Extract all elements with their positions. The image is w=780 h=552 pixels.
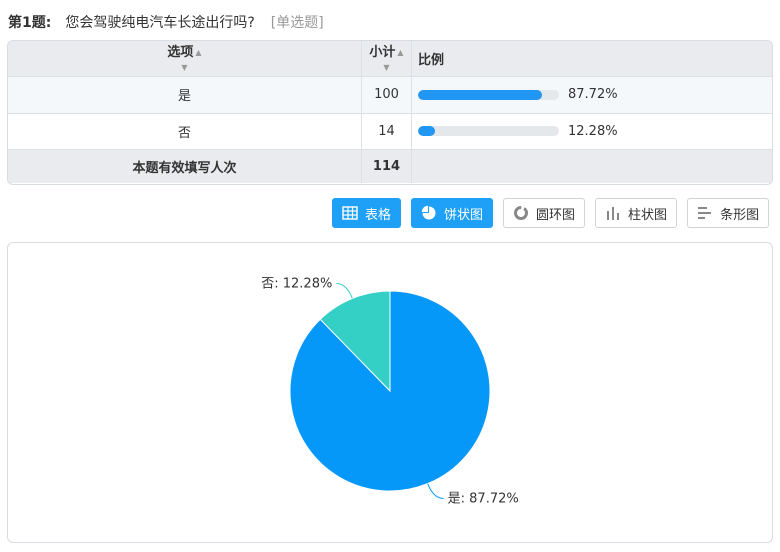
total-row: 本题有效填写人次 114 [8, 149, 772, 183]
horizontal-bar-chart-button-label: 条形图 [720, 207, 760, 223]
question-header: 第1题: 您会驾驶纯电汽车长途出行吗? [单选题] [8, 10, 324, 34]
chart-type-toolbar: 表格 饼状图 圆环图 柱状图 条形图 [332, 198, 770, 228]
table-row: 是 100 87.72% [8, 76, 772, 114]
ratio-bar-fill [418, 126, 436, 136]
pie-leader-line [336, 283, 353, 299]
question-type: [单选题] [270, 15, 324, 31]
header-count-label: 小计 [369, 45, 396, 61]
bar-chart-button-label: 柱状图 [628, 207, 668, 223]
header-count[interactable]: 小计 ▲ ▼ [361, 41, 412, 77]
donut-chart-button[interactable]: 圆环图 [503, 198, 586, 228]
pie-leader-line [427, 483, 444, 499]
horizontal-bar-chart-button[interactable]: 条形图 [687, 198, 770, 228]
table-icon [342, 206, 358, 220]
total-empty-cell [412, 149, 773, 183]
pie-icon [421, 205, 436, 220]
header-option-label: 选项 [167, 45, 194, 61]
header-ratio: 比例 [411, 41, 772, 77]
pie-label: 否: 12.28% [261, 277, 332, 292]
results-table: 选项 ▲ ▼ 小计 ▲ ▼ 比例 是 100 87.72% 否 14 12.28… [7, 40, 773, 185]
header-option[interactable]: 选项 ▲ ▼ [8, 41, 362, 77]
option-cell: 否 [8, 113, 362, 150]
header-ratio-label: 比例 [418, 52, 445, 68]
total-label: 本题有效填写人次 [8, 149, 362, 183]
donut-chart-button-label: 圆环图 [536, 207, 576, 223]
bar-chart-icon [607, 207, 620, 220]
pie-chart-panel: 是: 87.72% 否: 12.28% [7, 242, 773, 543]
pie-label: 是: 87.72% [448, 491, 519, 506]
count-cell: 14 [361, 113, 412, 150]
horizontal-bar-icon [698, 207, 712, 219]
question-text: 您会驾驶纯电汽车长途出行吗? [65, 15, 255, 31]
bar-chart-button[interactable]: 柱状图 [595, 198, 678, 228]
donut-icon [514, 206, 529, 220]
table-header-row: 选项 ▲ ▼ 小计 ▲ ▼ 比例 [8, 41, 772, 77]
question-number: 第1题: [8, 15, 52, 31]
pie-chart-button[interactable]: 饼状图 [411, 198, 494, 228]
ratio-bar [418, 89, 559, 100]
ratio-cell: 87.72% [411, 76, 772, 114]
count-cell: 100 [361, 76, 412, 114]
ratio-percent: 87.72% [568, 87, 618, 102]
pie-chart: 是: 87.72% 否: 12.28% [261, 277, 519, 507]
pie-chart-button-label: 饼状图 [444, 207, 484, 223]
ratio-bar [418, 126, 559, 136]
ratio-bar-fill [418, 89, 542, 100]
ratio-percent: 12.28% [568, 123, 618, 139]
table-row: 否 14 12.28% [8, 113, 772, 150]
ratio-cell: 12.28% [411, 113, 772, 150]
table-button-label: 表格 [365, 207, 392, 223]
option-cell: 是 [8, 76, 362, 114]
total-count: 114 [361, 149, 412, 183]
table-button[interactable]: 表格 [332, 198, 402, 228]
